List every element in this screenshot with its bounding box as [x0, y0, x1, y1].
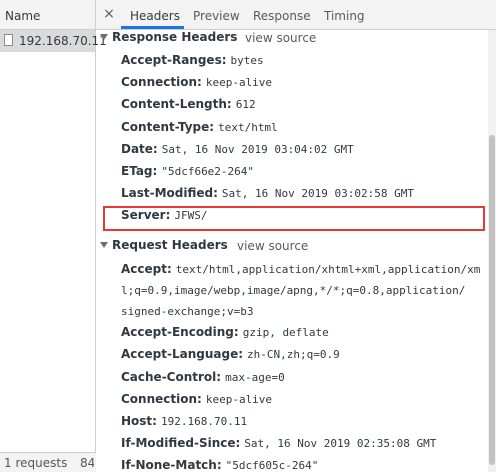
request-header-row: Accept-Encoding: gzip, deflate [121, 322, 329, 343]
header-name: Accept-Ranges: [121, 53, 227, 67]
request-header-row: If-Modified-Since: Sat, 16 Nov 2019 02:35… [121, 433, 436, 454]
header-name: Content-Type: [121, 120, 215, 134]
header-value-continuation: l;q=0.9,image/webp,image/apng,*/*;q=0.8,… [121, 284, 466, 297]
header-name: Connection: [121, 75, 202, 89]
tab-response[interactable]: Response [253, 9, 311, 23]
header-name: Date: [121, 142, 158, 156]
header-value: max-age=0 [225, 371, 285, 384]
header-value: zh-CN,zh;q=0.9 [247, 348, 340, 361]
collapse-triangle-icon [100, 34, 108, 40]
header-value: Sat, 16 Nov 2019 03:02:58 GMT [221, 187, 414, 200]
server-highlight-box [103, 206, 485, 231]
detail-tab-bar: × Headers Preview Response Timing [96, 0, 496, 30]
header-name: Host: [121, 414, 157, 428]
header-value: 612 [235, 98, 256, 111]
request-header-row-accept: Accept: text/html,application/xhtml+xml,a… [121, 259, 480, 280]
response-header-row: Connection: keep-alive [121, 72, 272, 93]
headers-panel: Response Headers view source Accept-Rang… [96, 30, 488, 472]
tab-timing[interactable]: Timing [324, 9, 365, 23]
header-value: keep-alive [205, 393, 273, 406]
header-value: 192.168.70.11 [160, 415, 248, 428]
response-headers-section[interactable]: Response Headers [100, 30, 237, 44]
header-name: Last-Modified: [121, 186, 218, 200]
header-name: If-Modified-Since: [121, 436, 241, 450]
response-header-row: Content-Length: 612 [121, 94, 256, 115]
request-headers-title: Request Headers [112, 238, 228, 252]
header-name: Content-Length: [121, 97, 232, 111]
request-view-source-link[interactable]: view source [237, 239, 308, 253]
request-header-row: Accept-Language: zh-CN,zh;q=0.9 [121, 344, 340, 365]
header-value: text/html,application/xhtml+xml,applicat… [175, 263, 481, 276]
name-column-label: Name [5, 9, 41, 23]
header-value: "5dcf605c-264" [225, 459, 319, 472]
response-headers-title: Response Headers [112, 30, 238, 44]
response-view-source-link[interactable]: view source [245, 31, 316, 45]
tab-preview[interactable]: Preview [193, 9, 240, 23]
header-name: Accept-Encoding: [121, 325, 239, 339]
request-header-row: Connection: keep-alive [121, 389, 272, 410]
request-name: 192.168.70.11 [19, 34, 107, 48]
header-name: Accept: [121, 262, 172, 276]
scrollbar-thumb[interactable] [489, 135, 495, 465]
header-value-continuation: signed-exchange;v=b3 [121, 305, 254, 318]
header-name: Connection: [121, 392, 202, 406]
header-value: bytes [230, 54, 264, 67]
response-header-row: Accept-Ranges: bytes [121, 50, 264, 71]
header-value: Sat, 16 Nov 2019 03:04:02 GMT [161, 143, 354, 156]
header-value: keep-alive [205, 76, 273, 89]
header-value: "5dcf66e2-264" [161, 165, 255, 178]
collapse-triangle-icon [100, 242, 108, 248]
request-headers-section[interactable]: Request Headers [100, 238, 228, 252]
document-icon [4, 34, 13, 46]
vertical-scrollbar[interactable] [488, 30, 496, 472]
request-header-row: If-None-Match: "5dcf605c-264" [121, 455, 318, 472]
active-tab-indicator [121, 26, 184, 29]
request-header-row: Cache-Control: max-age=0 [121, 367, 285, 388]
header-value: text/html [218, 121, 278, 134]
header-name: Cache-Control: [121, 370, 222, 384]
response-header-row: ETag: "5dcf66e2-264" [121, 161, 254, 182]
response-header-row: Last-Modified: Sat, 16 Nov 2019 03:02:58 … [121, 183, 414, 204]
close-icon[interactable]: × [103, 7, 115, 21]
response-header-row: Content-Type: text/html [121, 117, 278, 138]
transfer-size: 84 [80, 456, 94, 470]
header-name: ETag: [121, 164, 158, 178]
tab-headers[interactable]: Headers [130, 9, 180, 23]
response-header-row: Date: Sat, 16 Nov 2019 03:04:02 GMT [121, 139, 354, 160]
request-list-pane: Name 192.168.70.11 1 requests 84 [0, 0, 107, 472]
header-value: Sat, 16 Nov 2019 02:35:08 GMT [244, 437, 437, 450]
header-value: gzip, deflate [242, 326, 329, 339]
request-row[interactable]: 192.168.70.11 [0, 30, 107, 52]
status-bar: 1 requests 84 [0, 452, 96, 472]
request-header-row: Host: 192.168.70.11 [121, 411, 247, 432]
header-name: If-None-Match: [121, 458, 222, 472]
name-column-header[interactable]: Name [0, 0, 95, 30]
header-name: Accept-Language: [121, 347, 244, 361]
request-count: 1 requests [4, 456, 68, 470]
